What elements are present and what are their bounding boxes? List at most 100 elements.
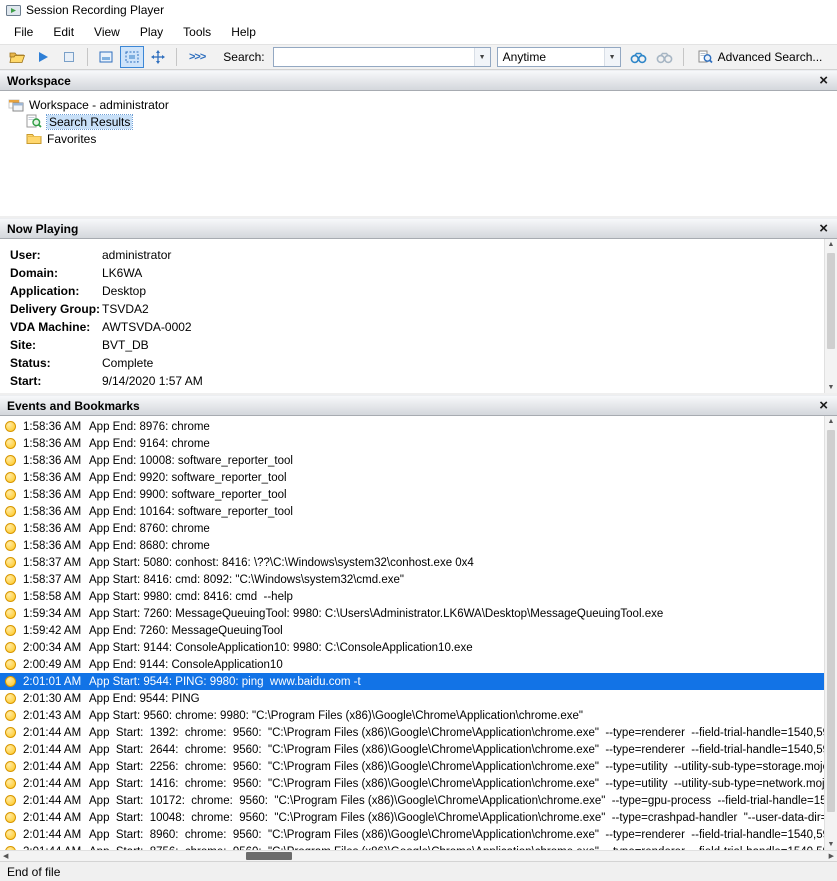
event-row[interactable]: 1:58:36 AMApp End: 9164: chrome: [0, 435, 824, 452]
event-bookmark-icon: [5, 676, 16, 687]
event-row[interactable]: 2:01:44 AMApp Start: 8756: chrome: 9560:…: [0, 843, 824, 850]
workspace-close-button[interactable]: ×: [817, 73, 830, 88]
event-time: 1:58:36 AM: [23, 523, 89, 535]
event-row[interactable]: 2:01:44 AMApp Start: 2256: chrome: 9560:…: [0, 758, 824, 775]
event-text: App End: 7260: MessageQueuingTool: [89, 625, 283, 637]
search-input[interactable]: ▼: [273, 47, 491, 67]
event-row[interactable]: 1:58:36 AMApp End: 8760: chrome: [0, 520, 824, 537]
event-row[interactable]: 2:01:44 AMApp Start: 8960: chrome: 9560:…: [0, 826, 824, 843]
event-row[interactable]: 2:01:44 AMApp Start: 1416: chrome: 9560:…: [0, 775, 824, 792]
event-text: App Start: 2644: chrome: 9560: "C:\Progr…: [89, 744, 824, 756]
scrollbar-thumb[interactable]: [827, 253, 835, 349]
workspace-root-label: Workspace - administrator: [29, 98, 169, 112]
event-text: App Start: 5080: conhost: 8416: \??\C:\W…: [89, 557, 474, 569]
now-playing-body: User:administratorDomain:LK6WAApplicatio…: [0, 239, 837, 393]
chevron-down-icon[interactable]: ▼: [474, 48, 490, 66]
advanced-search-button[interactable]: Advanced Search...: [690, 46, 831, 68]
toolbar-separator: [176, 48, 177, 66]
event-row[interactable]: 1:58:36 AMApp End: 9920: software_report…: [0, 469, 824, 486]
pan-tool-button[interactable]: [146, 46, 170, 68]
events-close-button[interactable]: ×: [817, 398, 830, 413]
event-row[interactable]: 1:58:37 AMApp Start: 8416: cmd: 8092: "C…: [0, 571, 824, 588]
event-row[interactable]: 1:59:42 AMApp End: 7260: MessageQueuingT…: [0, 622, 824, 639]
event-time: 1:58:36 AM: [23, 472, 89, 484]
event-bookmark-icon: [5, 744, 16, 755]
menu-tools[interactable]: Tools: [173, 22, 221, 42]
more-tools-chevron[interactable]: >>>: [183, 46, 211, 68]
search-results-icon: [26, 114, 42, 129]
event-row[interactable]: 1:58:36 AMApp End: 8976: chrome: [0, 418, 824, 435]
event-row[interactable]: 2:01:44 AMApp Start: 2644: chrome: 9560:…: [0, 741, 824, 758]
event-row[interactable]: 1:58:36 AMApp End: 9900: software_report…: [0, 486, 824, 503]
tree-item-favorites[interactable]: Favorites: [8, 130, 837, 147]
event-time: 2:00:49 AM: [23, 659, 89, 671]
scrollbar-thumb[interactable]: [827, 430, 835, 812]
workspace-root-node[interactable]: Workspace - administrator: [8, 96, 837, 113]
event-row[interactable]: 1:58:37 AMApp Start: 5080: conhost: 8416…: [0, 554, 824, 571]
now-playing-scrollbar[interactable]: ▲ ▼: [824, 239, 837, 393]
event-bookmark-icon: [5, 829, 16, 840]
scroll-left-arrow-icon[interactable]: ◀: [3, 853, 8, 860]
now-playing-close-button[interactable]: ×: [817, 221, 830, 236]
play-button[interactable]: [31, 46, 55, 68]
event-row[interactable]: 2:00:49 AMApp End: 9144: ConsoleApplicat…: [0, 656, 824, 673]
workspace-panel-title: Workspace: [7, 74, 817, 88]
event-row[interactable]: 2:00:34 AMApp Start: 9144: ConsoleApplic…: [0, 639, 824, 656]
event-bookmark-icon: [5, 506, 16, 517]
binoculars-disabled-icon: [656, 51, 673, 64]
event-row[interactable]: 2:01:01 AMApp Start: 9544: PING: 9980: p…: [0, 673, 824, 690]
now-playing-field: Delivery Group:TSVDA2: [10, 300, 825, 318]
scroll-up-arrow-icon[interactable]: ▲: [828, 241, 835, 248]
scroll-right-arrow-icon[interactable]: ▶: [829, 853, 834, 860]
toggle-screen-view-button[interactable]: [94, 46, 118, 68]
time-filter-select[interactable]: Anytime ▼: [497, 47, 621, 67]
toggle-selection-view-button[interactable]: [120, 46, 144, 68]
find-previous-button[interactable]: [653, 46, 677, 68]
events-h-scrollbar[interactable]: ◀ ▶: [0, 850, 837, 861]
window-title: Session Recording Player: [26, 3, 164, 17]
menu-file[interactable]: File: [4, 22, 43, 42]
chevron-down-icon[interactable]: ▼: [604, 48, 620, 66]
event-time: 2:01:44 AM: [23, 727, 89, 739]
toolbar-separator: [683, 48, 684, 66]
event-row[interactable]: 1:59:34 AMApp Start: 7260: MessageQueuin…: [0, 605, 824, 622]
menu-edit[interactable]: Edit: [43, 22, 84, 42]
toolbar: >>> Search: ▼ Anytime ▼ Advanced Search.…: [0, 44, 837, 70]
stop-button[interactable]: [57, 46, 81, 68]
event-row[interactable]: 2:01:30 AMApp End: 9544: PING: [0, 690, 824, 707]
find-next-button[interactable]: [627, 46, 651, 68]
event-text: App End: 9144: ConsoleApplication10: [89, 659, 283, 671]
app-icon: [6, 4, 21, 17]
event-text: App End: 8680: chrome: [89, 540, 210, 552]
scroll-up-arrow-icon[interactable]: ▲: [828, 418, 835, 425]
tree-item-search-results[interactable]: Search Results: [8, 113, 837, 130]
scroll-down-arrow-icon[interactable]: ▼: [828, 841, 835, 848]
menu-play[interactable]: Play: [130, 22, 173, 42]
event-row[interactable]: 2:01:43 AMApp Start: 9560: chrome: 9980:…: [0, 707, 824, 724]
now-playing-field: Site:BVT_DB: [10, 336, 825, 354]
event-row[interactable]: 1:58:36 AMApp End: 10164: software_repor…: [0, 503, 824, 520]
event-row[interactable]: 2:01:44 AMApp Start: 10048: chrome: 9560…: [0, 809, 824, 826]
advanced-search-label: Advanced Search...: [718, 50, 823, 64]
event-time: 1:58:36 AM: [23, 506, 89, 518]
event-text: App End: 10008: software_reporter_tool: [89, 455, 293, 467]
event-text: App Start: 9980: cmd: 8416: cmd --help: [89, 591, 293, 603]
scrollbar-thumb[interactable]: [246, 852, 292, 860]
event-row[interactable]: 1:58:36 AMApp End: 10008: software_repor…: [0, 452, 824, 469]
status-bar: End of file: [0, 861, 837, 881]
event-bookmark-icon: [5, 574, 16, 585]
event-bookmark-icon: [5, 812, 16, 823]
event-row[interactable]: 2:01:44 AMApp Start: 1392: chrome: 9560:…: [0, 724, 824, 741]
field-label: Application:: [10, 284, 102, 298]
now-playing-panel-title: Now Playing: [7, 222, 817, 236]
events-scrollbar[interactable]: ▲ ▼: [824, 416, 837, 850]
event-row[interactable]: 2:01:44 AMApp Start: 10172: chrome: 9560…: [0, 792, 824, 809]
event-row[interactable]: 1:58:36 AMApp End: 8680: chrome: [0, 537, 824, 554]
event-time: 1:59:42 AM: [23, 625, 89, 637]
open-recording-button[interactable]: [5, 46, 29, 68]
scroll-down-arrow-icon[interactable]: ▼: [828, 384, 835, 391]
menu-view[interactable]: View: [84, 22, 130, 42]
event-time: 2:01:30 AM: [23, 693, 89, 705]
event-row[interactable]: 1:58:58 AMApp Start: 9980: cmd: 8416: cm…: [0, 588, 824, 605]
menu-help[interactable]: Help: [221, 22, 266, 42]
